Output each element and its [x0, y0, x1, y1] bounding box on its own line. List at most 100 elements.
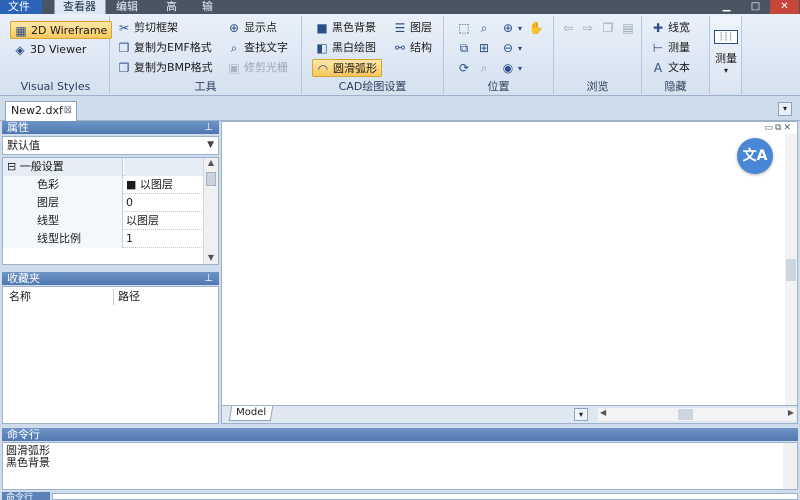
canvas-vertical-scrollbar[interactable] [785, 134, 797, 405]
command-panel-title: 命令行 [2, 428, 798, 441]
cut-frame-button[interactable]: ✂ 剪切框架 [114, 19, 182, 37]
find-text-button[interactable]: ⌕ 查找文字 [224, 39, 292, 57]
zoom-in-icon[interactable]: ⊕ [500, 20, 516, 36]
copy-emf-button[interactable]: ❐ 复制为EMF格式 [114, 39, 216, 57]
properties-scrollbar[interactable]: ▲ ▼ [203, 158, 218, 264]
pin-icon[interactable]: ⊥ [204, 272, 213, 285]
command-log-scrollbar[interactable] [783, 443, 797, 489]
property-value[interactable]: 0 [124, 194, 204, 212]
search-icon: ⌕ [230, 41, 238, 55]
maximize-icon[interactable]: □ [741, 0, 770, 14]
copy-bmp-button[interactable]: ❐ 复制为BMP格式 [114, 59, 217, 77]
column-divider[interactable] [113, 289, 114, 305]
2d-wireframe-button[interactable]: ▦ 2D Wireframe [10, 21, 113, 39]
rotate-icon[interactable]: ⟳ [456, 60, 472, 76]
property-value[interactable]: 以图层 [124, 212, 204, 230]
menu-tab-file[interactable]: 文件 [0, 0, 42, 14]
property-row-linetype[interactable]: 线型 以图层 [3, 212, 204, 230]
property-row-linetype-scale[interactable]: 线型比例 1 [3, 230, 204, 248]
orbit-dropdown-icon[interactable]: ▾ [518, 64, 522, 73]
scroll-down-icon[interactable]: ▼ [206, 253, 216, 262]
command-input-row: 命令行 [0, 492, 800, 500]
minimize-icon[interactable]: ▁ [712, 0, 741, 14]
model-tab[interactable]: Model [228, 406, 274, 421]
fit-icon[interactable]: ⧉ [456, 40, 472, 56]
close-icon[interactable]: ✕ [770, 0, 799, 14]
close-tab-icon[interactable]: ⊠ [64, 102, 72, 120]
property-row-color[interactable]: 色彩 ■ 以图层 [3, 176, 204, 194]
copy-emf-icon: ❐ [118, 41, 130, 55]
scroll-thumb[interactable] [678, 409, 693, 420]
property-value[interactable]: 1 [124, 230, 204, 248]
orbit-icon[interactable]: ◉ [500, 60, 516, 76]
property-value[interactable]: ■ 以图层 [124, 176, 204, 194]
group-browse: ⇦ ⇨ ❐ ▤ 浏览 [554, 16, 642, 94]
zoom-window-icon[interactable]: ⬚ [456, 20, 472, 36]
browse-copy-icon[interactable]: ❐ [600, 20, 616, 36]
group-cad-settings: ■ 黑色背景 ◧ 黑白绘图 ◠ 圆滑弧形 ☰ 图层 ⚯ 结构 CAD绘图设置 [302, 16, 444, 94]
zoom-in-dropdown-icon[interactable]: ▾ [518, 24, 522, 33]
group-hide: ✚ 线宽 ⊢ 测量 A 文本 隐藏 [642, 16, 710, 94]
copy-bmp-icon: ❐ [118, 61, 130, 75]
menu-tab-editor[interactable]: 编辑器 [108, 0, 156, 27]
document-tab[interactable]: New2.dxf ⊠ [5, 101, 77, 121]
column-header-path[interactable]: 路径 [118, 287, 140, 307]
command-title-text: 命令行 [7, 428, 40, 441]
canvas-window-controls[interactable]: ▭⧉✕ [765, 123, 793, 133]
disabled-view-icon[interactable]: ⌕ [476, 60, 492, 76]
zoom-extents-icon[interactable]: ⊞ [476, 40, 492, 56]
menu-tab-viewer[interactable]: 查看器 [54, 0, 106, 14]
scroll-left-icon[interactable]: ◀ [600, 408, 606, 417]
black-white-button[interactable]: ◧ 黑白绘图 [312, 39, 380, 57]
trim-raster-button[interactable]: ▣ 修剪光栅 [224, 59, 292, 77]
arrow-left-icon[interactable]: ⇦ [560, 20, 576, 36]
document-tab-strip: New2.dxf ⊠ ▾ [0, 97, 800, 121]
structure-icon: ⚯ [394, 41, 406, 55]
zoom-out-dropdown-icon[interactable]: ▾ [518, 44, 522, 53]
property-row-layer[interactable]: 图层 0 [3, 194, 204, 212]
window-controls: ▁ □ ✕ [712, 0, 800, 14]
show-points-label: 显示点 [244, 21, 277, 34]
menu-tab-output[interactable]: 输出 [194, 0, 230, 27]
scroll-thumb[interactable] [206, 172, 216, 186]
properties-selector[interactable]: 默认值 ▼ [2, 136, 219, 155]
pan-hand-icon[interactable]: ✋ [528, 20, 544, 36]
layout-dropdown-icon[interactable]: ▾ [574, 408, 588, 421]
menu-tab-advanced[interactable]: 高级 [158, 0, 194, 27]
measure-big-button[interactable]: ┊┊┊ 测量 ▾ [712, 22, 740, 80]
3d-viewer-label: 3D Viewer [30, 43, 87, 56]
text-a-icon: A [653, 61, 663, 75]
drawing-canvas[interactable]: ▭⧉✕ 文A [221, 121, 798, 406]
black-white-label: 黑白绘图 [332, 41, 376, 54]
group-label-browse: 浏览 [586, 80, 609, 93]
scroll-up-icon[interactable]: ▲ [206, 158, 216, 167]
tab-list-dropdown-icon[interactable]: ▾ [778, 102, 792, 116]
scroll-right-icon[interactable]: ▶ [788, 408, 794, 417]
structure-button[interactable]: ⚯ 结构 [390, 39, 436, 57]
layers-icon: ☰ [394, 21, 406, 35]
group-measure: ┊┊┊ 测量 ▾ [710, 16, 742, 94]
zoom-rect-icon[interactable]: ⌕ [476, 20, 492, 36]
property-category-row[interactable]: ⊟ 一般设置 [3, 158, 204, 176]
measure-small-button[interactable]: ⊢ 测量 [648, 39, 694, 57]
black-background-button[interactable]: ■ 黑色背景 [312, 19, 380, 37]
show-points-button[interactable]: ⊕ 显示点 [224, 19, 281, 37]
property-name: 线型比例 [3, 230, 123, 248]
collapse-icon[interactable]: ⊟ [7, 160, 16, 173]
command-log-line: 圆滑弧形 [6, 444, 50, 457]
zoom-out-icon[interactable]: ⊖ [500, 40, 516, 56]
layers-button[interactable]: ☰ 图层 [390, 19, 436, 37]
column-header-name[interactable]: 名称 [9, 287, 31, 307]
command-input[interactable] [52, 493, 798, 500]
translate-icon[interactable]: 文A [737, 138, 773, 174]
text-button[interactable]: A 文本 [648, 59, 694, 77]
scroll-thumb[interactable] [786, 259, 796, 281]
property-category-name: ⊟ 一般设置 [3, 158, 123, 176]
canvas-horizontal-scrollbar[interactable]: ◀ ▶ [598, 408, 796, 421]
pin-icon[interactable]: ⊥ [204, 121, 213, 134]
line-width-button[interactable]: ✚ 线宽 [648, 19, 694, 37]
3d-viewer-button[interactable]: ◈ 3D Viewer [10, 41, 90, 59]
browse-tool-icon[interactable]: ▤ [620, 20, 636, 36]
arrow-right-icon[interactable]: ⇨ [580, 20, 596, 36]
smooth-arc-button[interactable]: ◠ 圆滑弧形 [312, 59, 382, 77]
